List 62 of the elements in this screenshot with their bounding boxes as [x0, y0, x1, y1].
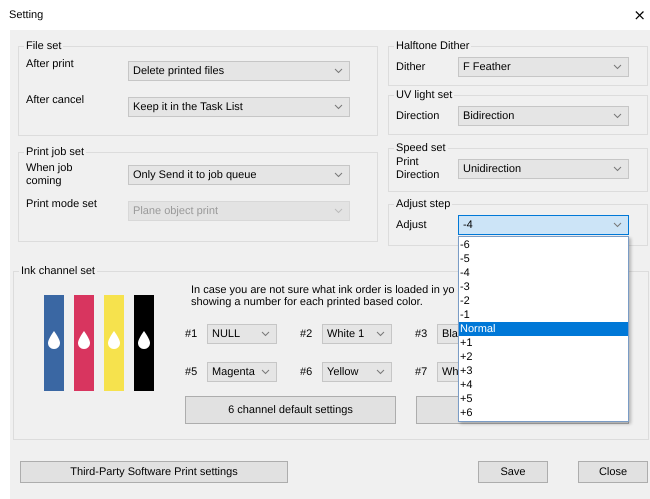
- chevron-down-icon: [613, 166, 622, 172]
- field-label: Print mode set: [26, 197, 98, 211]
- group-title: Ink channel set: [20, 265, 96, 277]
- channel-label: #3: [415, 328, 428, 340]
- dropdown-option[interactable]: -6: [459, 238, 628, 252]
- group-title: Speed set: [395, 142, 447, 154]
- field-label: Direction: [396, 110, 440, 122]
- window-title: Setting: [9, 9, 44, 21]
- field-label: Print Direction: [396, 156, 440, 182]
- chevron-down-icon: [334, 208, 343, 214]
- dropdown-option[interactable]: -2: [459, 294, 628, 308]
- chevron-down-icon: [334, 104, 343, 110]
- chevron-down-icon: [613, 222, 622, 228]
- channel-label: #5: [185, 366, 198, 378]
- dropdown-option[interactable]: Normal: [459, 322, 628, 336]
- chevron-down-icon: [334, 172, 343, 178]
- channel-label: #1: [185, 328, 198, 340]
- dropdown[interactable]: Bidirection: [458, 106, 629, 126]
- chevron-down-icon: [376, 331, 385, 337]
- field-label: After cancel: [26, 93, 86, 107]
- channel-label: #2: [300, 328, 314, 340]
- default-settings-button[interactable]: 6 channel default settings: [185, 396, 396, 424]
- dropdown-option[interactable]: +5: [459, 392, 628, 406]
- dropdown-option[interactable]: -5: [459, 252, 628, 266]
- info-text: showing a number for each printed based color.: [191, 296, 424, 308]
- dropdown[interactable]: Unidirection: [458, 159, 629, 179]
- info-text: In case you are not sure what ink order is loaded in yo: [191, 284, 456, 296]
- dropdown[interactable]: Keep it in the Task List: [128, 97, 350, 117]
- dropdown[interactable]: White 1: [322, 324, 392, 344]
- dialog-button[interactable]: Save: [478, 461, 548, 483]
- third-party-settings-button[interactable]: Third-Party Software Print settings: [20, 461, 288, 483]
- chevron-down-icon: [376, 369, 385, 375]
- dropdown[interactable]: NULL: [207, 324, 277, 344]
- dropdown[interactable]: Yellow: [322, 362, 392, 382]
- dropdown[interactable]: -4: [458, 215, 629, 235]
- dropdown-option[interactable]: -3: [459, 280, 628, 294]
- field-label: When job coming: [26, 161, 74, 188]
- channel-label: #6: [300, 366, 314, 378]
- channel-label: #7: [415, 366, 428, 378]
- close-button[interactable]: ×: [633, 6, 650, 24]
- field-label: After print: [26, 57, 75, 71]
- dropdown-option[interactable]: -1: [459, 308, 628, 322]
- group-title: Print job set: [25, 146, 86, 158]
- field-label: Adjust: [396, 218, 428, 232]
- group-title: Halftone Dither: [395, 40, 470, 52]
- group-title: Adjust step: [395, 198, 452, 210]
- chevron-down-icon: [334, 68, 343, 74]
- dropdown-option[interactable]: -4: [459, 266, 628, 280]
- group-title: UV light set: [395, 89, 454, 101]
- chevron-down-icon: [613, 64, 622, 70]
- chevron-down-icon: [261, 369, 270, 375]
- dropdown[interactable]: Magenta: [207, 362, 277, 382]
- chevron-down-icon: [613, 113, 622, 119]
- dropdown-option[interactable]: +2: [459, 350, 628, 364]
- field-label: Dither: [396, 60, 426, 74]
- dropdown[interactable]: Only Send it to job queue: [128, 165, 350, 185]
- group-title: File set: [25, 40, 62, 52]
- dropdown[interactable]: Delete printed files: [128, 61, 350, 81]
- dropdown[interactable]: F Feather: [458, 57, 629, 77]
- dialog-button[interactable]: Close: [578, 461, 648, 483]
- dropdown-option[interactable]: +6: [459, 406, 628, 420]
- chevron-down-icon: [261, 331, 270, 337]
